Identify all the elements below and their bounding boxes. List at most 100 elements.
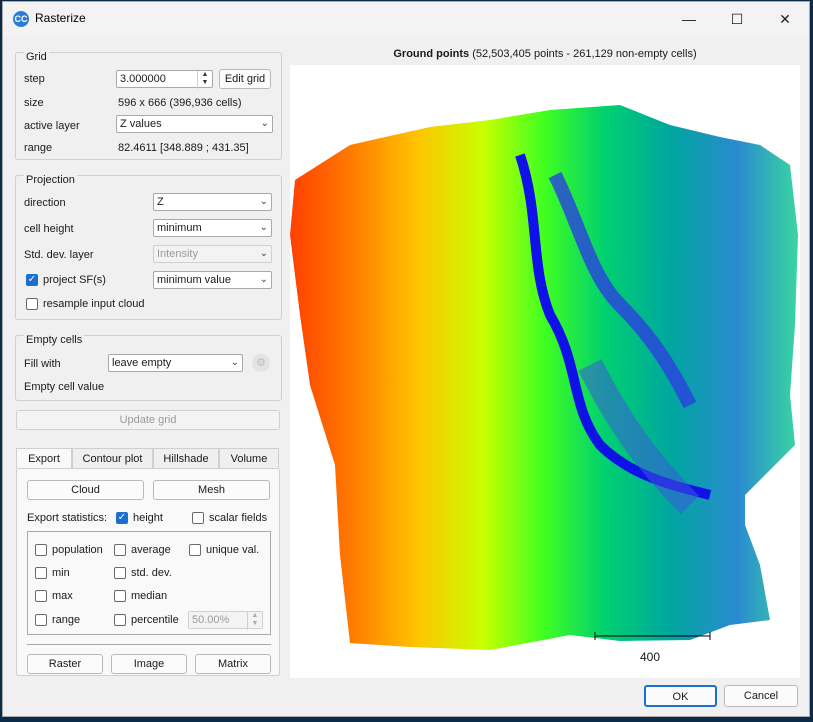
grid-group: Grid step 3.000000 ▲ ▼ Edit grid size 596… [15,51,282,160]
gear-icon: ⚙ [252,354,270,372]
step-spinner[interactable]: ▲ ▼ [197,71,212,89]
project-sf-label: project SF(s) [43,274,106,286]
direction-value: Z [157,196,164,208]
chevron-down-icon: ⌄ [259,248,268,259]
tab-hillshade[interactable]: Hillshade [153,448,219,468]
step-value: 3.000000 [120,73,166,85]
fill-with-select[interactable]: leave empty ⌄ [108,354,243,372]
cell-height-value: minimum [157,222,202,234]
matrix-button[interactable]: Matrix [195,654,271,674]
max-checkbox[interactable] [35,590,47,602]
step-input[interactable]: 3.000000 ▲ ▼ [116,70,213,89]
unique-val-label: unique val. [206,544,260,556]
scalar-fields-checkbox[interactable] [192,512,204,524]
scale-label: 400 [640,650,661,664]
cell-height-select[interactable]: minimum ⌄ [153,219,272,237]
raster-preview[interactable]: 400 [290,65,800,678]
min-checkbox[interactable] [35,567,47,579]
std-dev-layer-value: Intensity [157,248,198,260]
range-label: range [24,142,53,154]
projection-group-label: Projection [24,174,77,186]
export-statistics-label: Export statistics: [27,512,108,524]
median-checkbox[interactable] [114,590,126,602]
fill-with-value: leave empty [112,357,172,369]
grid-group-label: Grid [24,51,49,63]
tab-bar: Export Contour plot Hillshade Volume [16,448,282,468]
height-checkbox[interactable]: ✓ [116,512,128,524]
direction-label: direction [24,197,66,209]
app-icon: CC [13,11,29,27]
percentile-spinner: ▲ ▼ [247,612,262,630]
chevron-down-icon: ⌄ [259,196,268,207]
window-title: Rasterize [35,11,86,25]
chevron-down-icon: ⌄ [260,118,269,129]
chevron-down-icon: ⌄ [259,274,268,285]
direction-select[interactable]: Z ⌄ [153,193,272,211]
terrain-shape [290,105,798,650]
raster-image [290,105,798,650]
size-value: 596 x 666 (396,936 cells) [118,97,242,109]
range-checkbox[interactable] [35,614,47,626]
cloud-button[interactable]: Cloud [27,480,144,500]
statistics-box: population average unique val. min std. … [27,531,271,635]
range-value: 82.4611 [348.889 ; 431.35] [118,142,249,154]
population-checkbox[interactable] [35,544,47,556]
active-layer-value: Z values [120,118,162,130]
scalar-fields-label: scalar fields [209,512,268,524]
fill-with-label: Fill with [24,358,61,370]
projection-group: Projection direction Z ⌄ cell height min… [15,174,282,320]
maximize-icon[interactable]: ☐ [715,6,759,32]
ok-button[interactable]: OK [644,685,717,707]
std-dev-label: std. dev. [131,567,172,579]
title-bar: CC Rasterize — ☐ ✕ [3,2,809,36]
std-dev-layer-label: Std. dev. layer [24,249,94,261]
plot-title-bold: Ground points [393,48,470,60]
unique-val-checkbox[interactable] [189,544,201,556]
percentile-checkbox[interactable] [114,614,126,626]
height-label: height [133,512,163,524]
percentile-value: 50.00% [192,614,230,626]
edit-grid-button[interactable]: Edit grid [219,69,271,89]
median-label: median [131,590,168,602]
empty-cells-group-label: Empty cells [24,334,85,346]
project-sf-select[interactable]: minimum value ⌄ [153,271,272,289]
image-button[interactable]: Image [111,654,187,674]
minimize-icon[interactable]: — [667,6,711,32]
std-dev-checkbox[interactable] [114,567,126,579]
size-label: size [24,97,44,109]
close-icon[interactable]: ✕ [763,6,807,32]
plot-title: Ground points (52,503,405 points - 261,1… [290,48,800,60]
cancel-button[interactable]: Cancel [724,685,798,707]
max-label: max [52,590,73,602]
tab-contour-plot[interactable]: Contour plot [72,448,153,468]
empty-cell-value-label: Empty cell value [24,381,105,393]
percentile-label: percentile [131,614,179,626]
step-label: step [24,73,45,85]
active-layer-label: active layer [24,120,80,132]
std-dev-layer-select: Intensity ⌄ [153,245,272,263]
active-layer-select[interactable]: Z values ⌄ [116,115,273,133]
project-sf-checkbox[interactable]: ✓ [26,274,38,286]
tab-volume[interactable]: Volume [219,448,279,468]
resample-label: resample input cloud [43,298,145,310]
divider [27,644,271,645]
empty-cells-group: Empty cells Fill with leave empty ⌄ ⚙ Em… [15,334,282,401]
cell-height-label: cell height [24,223,74,235]
resample-checkbox[interactable] [26,298,38,310]
average-checkbox[interactable] [114,544,126,556]
min-label: min [52,567,70,579]
update-grid-button: Update grid [16,410,280,430]
raster-button[interactable]: Raster [27,654,103,674]
tab-export[interactable]: Export [16,448,72,468]
population-label: population [52,544,103,556]
chevron-down-icon: ⌄ [259,222,268,233]
project-sf-value: minimum value [157,274,231,286]
average-label: average [131,544,171,556]
chevron-down-icon: ⌄ [230,357,239,368]
range-stat-label: range [52,614,81,626]
percentile-input: 50.00% ▲ ▼ [188,611,263,630]
rasterize-dialog: CC Rasterize — ☐ ✕ Grid step 3.000000 ▲ ▼… [2,1,810,717]
plot-title-rest: (52,503,405 points - 261,129 non-empty c… [469,48,697,60]
mesh-button[interactable]: Mesh [153,480,270,500]
export-tab-panel: Cloud Mesh Export statistics: ✓ height s… [16,468,280,676]
